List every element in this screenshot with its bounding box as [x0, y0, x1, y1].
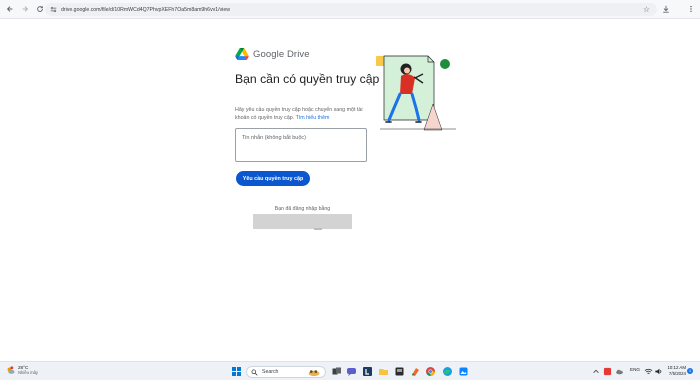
search-label: Search — [262, 369, 279, 375]
request-access-button[interactable]: Yêu cầu quyền truy cập — [236, 171, 310, 186]
browser-menu-button[interactable] — [686, 4, 696, 14]
photos-icon — [459, 367, 468, 376]
search-icon — [251, 369, 258, 376]
taskbar-chat-app[interactable] — [346, 366, 357, 377]
account-switcher[interactable] — [253, 214, 352, 229]
windows-logo-icon — [232, 367, 241, 376]
folder-icon — [379, 369, 388, 375]
back-button[interactable] — [4, 3, 16, 15]
browser-toolbar: drive.google.com/file/d/10RmWCd4Q7PhvpXE… — [0, 0, 700, 19]
tray-overflow-button[interactable] — [592, 366, 600, 377]
taskbar-app-paint[interactable] — [410, 366, 421, 377]
weather-condition: Nhiều mây — [18, 370, 39, 375]
access-description: Hãy yêu cầu quyền truy cập hoặc chuyển s… — [235, 107, 375, 122]
letter-l-app-icon — [363, 367, 372, 376]
clock-date: 7/5/2024 — [668, 371, 686, 376]
search-highlight-icon — [308, 369, 320, 376]
tray-app-icon[interactable] — [603, 366, 612, 377]
site-info-icon[interactable] — [48, 5, 58, 15]
tray-app-red-icon — [603, 367, 612, 376]
green-dot-shape — [440, 59, 450, 69]
message-placeholder: Tin nhắn (không bắt buộc) — [242, 135, 307, 141]
taskbar-edge[interactable] — [442, 366, 453, 377]
wifi-icon — [644, 368, 653, 374]
arrow-left-icon — [6, 6, 13, 12]
more-vert-icon — [690, 5, 692, 13]
learn-more-link[interactable]: Tìm hiểu thêm — [296, 115, 330, 121]
tray-cloud-icon[interactable] — [615, 366, 624, 377]
taskbar-chrome[interactable] — [425, 366, 436, 377]
taskbar-photos[interactable] — [458, 366, 469, 377]
forward-button[interactable] — [19, 3, 31, 15]
paint-icon — [412, 368, 419, 376]
chevron-up-icon — [593, 369, 599, 373]
weather-widget[interactable]: 28°C Nhiều mây — [6, 365, 38, 375]
access-illustration — [376, 55, 456, 131]
message-field[interactable]: Tin nhắn (không bắt buộc) — [235, 128, 367, 162]
taskbar-search[interactable]: Search — [246, 366, 326, 378]
account-switcher-handle — [314, 228, 322, 230]
windows-taskbar: 28°C Nhiều mây Search ENG 10:12 AM 7/5/2… — [0, 361, 700, 380]
taskbar-app-l[interactable] — [362, 366, 373, 377]
task-view-icon — [332, 367, 341, 375]
bookmark-star-icon[interactable]: ☆ — [642, 5, 651, 14]
cloudy-weather-icon — [7, 365, 15, 374]
notification-badge[interactable]: 1 — [687, 368, 693, 374]
screen: drive.google.com/file/d/10RmWCd4Q7PhvpXE… — [0, 0, 700, 380]
chat-icon — [347, 368, 356, 376]
chrome-icon — [426, 367, 435, 377]
signed-in-label: Bạn đã đăng nhập bằng — [274, 206, 331, 212]
address-url[interactable]: drive.google.com/file/d/10RmWCd4Q7PhvpXE… — [61, 7, 230, 13]
wifi-button[interactable] — [644, 366, 653, 377]
page-title: Bạn cần có quyền truy cập — [235, 72, 380, 86]
google-drive-icon — [235, 48, 249, 60]
edge-icon — [443, 367, 452, 376]
task-view-button[interactable] — [331, 366, 342, 377]
reload-icon — [37, 6, 43, 12]
taskbar-app-dark[interactable] — [394, 366, 405, 377]
taskbar-file-explorer[interactable] — [378, 366, 389, 377]
language-indicator[interactable]: ENG — [630, 367, 640, 372]
google-drive-logo: Google Drive — [235, 48, 310, 60]
download-icon — [663, 5, 669, 13]
start-button[interactable] — [231, 366, 242, 377]
brand-name: Google Drive — [253, 48, 310, 60]
app-tile-icon — [395, 367, 404, 376]
taskbar-clock[interactable]: 10:12 AM 7/5/2024 — [662, 365, 686, 377]
arrow-right-icon — [22, 6, 29, 12]
cloud-icon — [616, 369, 623, 375]
address-bar[interactable]: drive.google.com/file/d/10RmWCd4Q7PhvpXE… — [45, 3, 657, 16]
download-button[interactable] — [661, 4, 671, 14]
